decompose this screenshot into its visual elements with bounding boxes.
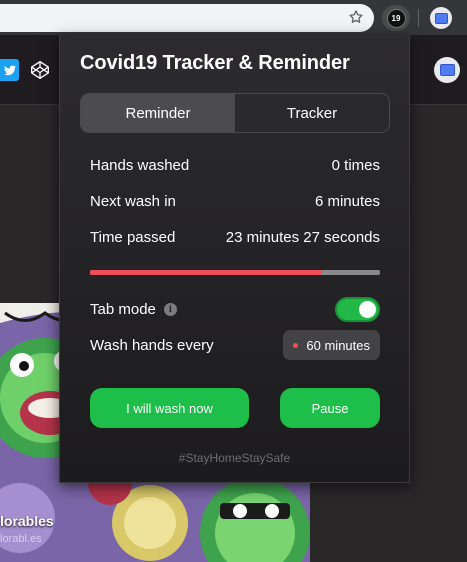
artwork-title: lorables <box>0 513 54 529</box>
time-passed-label: Time passed <box>90 229 176 246</box>
extension-badge-text: 19 <box>386 8 406 28</box>
wash-interval-row: Wash hands every 60 minutes <box>90 330 380 360</box>
toggle-knob <box>359 300 376 318</box>
browser-toolbar: 19 <box>0 0 467 35</box>
address-bar[interactable] <box>0 4 374 32</box>
interval-dot-icon <box>293 342 299 348</box>
next-wash-value: 6 minutes <box>314 193 380 210</box>
toolbar-divider <box>418 9 419 27</box>
hands-washed-row: Hands washed 0 times <box>90 157 380 174</box>
page-avatar[interactable] <box>434 57 460 83</box>
pause-button[interactable]: Pause <box>280 388 380 428</box>
hashtag-footer: #StayHomeStaySafe <box>178 451 291 465</box>
tab-mode-label-wrap: Tab mode i <box>90 301 177 318</box>
tab-bar: Reminder Tracker <box>80 93 390 133</box>
wash-interval-value: 60 minutes <box>306 337 370 353</box>
wash-interval-label: Wash hands every <box>90 336 214 354</box>
tab-reminder[interactable]: Reminder <box>81 94 235 132</box>
tab-tracker[interactable]: Tracker <box>235 94 389 132</box>
hands-washed-label: Hands washed <box>90 157 190 174</box>
next-wash-label: Next wash in <box>90 193 176 210</box>
hands-washed-value: 0 times <box>331 157 380 174</box>
popup-title: Covid19 Tracker & Reminder <box>80 52 350 74</box>
extension-popup: Covid19 Tracker & Reminder Reminder Trac… <box>59 35 410 483</box>
extension-icon[interactable]: 19 <box>382 5 410 31</box>
codepen-icon[interactable] <box>29 59 51 81</box>
star-icon[interactable] <box>346 7 366 27</box>
next-wash-row: Next wash in 6 minutes <box>90 193 380 210</box>
time-passed-value: 23 minutes 27 seconds <box>225 229 380 246</box>
wash-now-button[interactable]: I will wash now <box>90 388 249 428</box>
tab-mode-label: Tab mode <box>90 300 156 318</box>
tab-mode-toggle[interactable] <box>335 296 380 322</box>
twitter-icon[interactable] <box>0 59 19 81</box>
wash-progress-bar <box>90 270 380 275</box>
time-passed-row: Time passed 23 minutes 27 seconds <box>90 229 380 246</box>
tab-mode-row: Tab mode i <box>90 296 380 322</box>
profile-icon[interactable] <box>430 7 452 29</box>
info-icon[interactable]: i <box>163 303 177 317</box>
wash-progress-fill <box>90 270 322 275</box>
artwork-subtitle: lorabl.es <box>0 533 42 545</box>
wash-interval-select[interactable]: 60 minutes <box>283 330 380 360</box>
